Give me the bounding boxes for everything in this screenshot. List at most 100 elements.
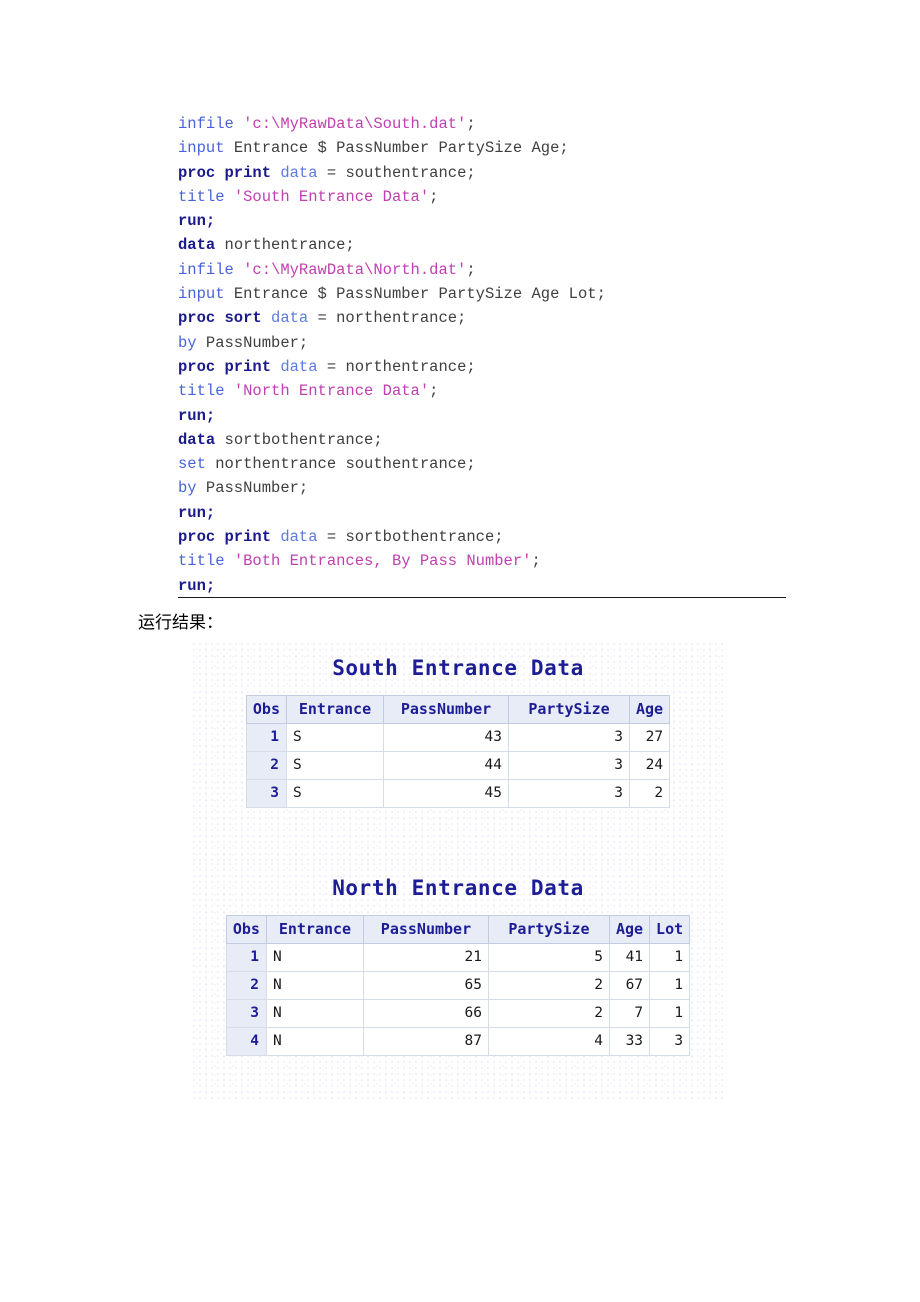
value-cell: 3 — [508, 779, 630, 808]
code-token: = southentrance; — [326, 163, 476, 182]
code-line: by PassNumber; — [178, 476, 708, 500]
code-token: PassNumber; — [205, 479, 309, 498]
code-token: run; — [178, 576, 216, 595]
results-caption: 运行结果： — [138, 613, 223, 633]
code-line: title 'Both Entrances, By Pass Number'; — [178, 549, 708, 573]
obs-cell: 2 — [225, 971, 267, 1000]
code-line: set northentrance southentrance; — [178, 452, 708, 476]
value-cell: 43 — [383, 723, 509, 752]
code-token: PassNumber; — [205, 333, 309, 352]
code-line: proc sort data = northentrance; — [178, 306, 708, 330]
code-line: proc print data = northentrance; — [178, 355, 708, 379]
obs-cell: 4 — [225, 1027, 267, 1056]
code-token: sortbothentrance; — [224, 430, 383, 449]
value-cell: 33 — [608, 1027, 651, 1056]
code-token: by — [178, 479, 206, 498]
obs-cell: 1 — [225, 943, 267, 972]
code-token: ; — [429, 187, 439, 206]
column-header-lot: Lot — [649, 915, 691, 944]
value-cell: 67 — [608, 971, 651, 1000]
value-cell: 7 — [608, 999, 651, 1028]
sas-code-block: infile 'c:\MyRawData\South.dat'; input En… — [178, 112, 708, 598]
value-cell: 5 — [487, 943, 610, 972]
table-row: 2 S 44 3 24 — [245, 751, 671, 780]
value-cell: 3 — [649, 1027, 691, 1056]
code-token: 'North Entrance Data' — [233, 382, 430, 401]
code-token: title — [178, 382, 234, 401]
sas-output-panel-north: North Entrance Data Obs Entrance PassNumbe… — [193, 863, 723, 1099]
code-line: by PassNumber; — [178, 331, 708, 355]
value-cell: 66 — [362, 999, 489, 1028]
horizontal-rule — [178, 597, 786, 598]
value-cell: 2 — [487, 971, 610, 1000]
code-token: ; — [466, 115, 476, 133]
code-line: input Entrance $ PassNumber PartySize Ag… — [178, 136, 708, 160]
code-token: run; — [178, 503, 216, 522]
code-token: run; — [178, 406, 216, 425]
code-line: run; — [178, 209, 708, 233]
value-cell: 41 — [608, 943, 651, 972]
table-container-south: Obs Entrance PassNumber PartySize Age 1 S 43 3 2… — [193, 695, 723, 808]
column-header-age: Age — [608, 915, 651, 944]
table-head: Obs Entrance PassNumber PartySize Age Lot — [225, 915, 691, 944]
sas-results-table-south: Obs Entrance PassNumber PartySize Age 1 S 43 3 2… — [245, 695, 671, 808]
obs-cell: 3 — [245, 779, 288, 808]
table-row: 4 N 87 4 33 3 — [225, 1027, 691, 1056]
code-line: infile 'c:\MyRawData\South.dat'; — [178, 112, 708, 136]
code-token: run; — [178, 212, 216, 231]
value-cell: 45 — [383, 779, 509, 808]
code-token: 'South Entrance Data' — [233, 187, 430, 206]
code-token: data — [280, 163, 327, 182]
table-row: 1 N 21 5 41 1 — [225, 943, 691, 972]
code-token: input — [178, 285, 234, 304]
code-line: input Entrance $ PassNumber PartySize Ag… — [178, 282, 708, 306]
code-token: infile — [178, 260, 244, 279]
column-header-obs: Obs — [225, 915, 267, 944]
code-token: proc print — [178, 357, 281, 376]
code-token: data — [178, 236, 225, 255]
column-header-entrance: Entrance — [286, 695, 384, 724]
sas-results-table-north: Obs Entrance PassNumber PartySize Age Lot 1N2… — [225, 915, 691, 1056]
column-header-age: Age — [628, 695, 671, 724]
value-cell: 44 — [383, 751, 509, 780]
table-head: Obs Entrance PassNumber PartySize Age — [245, 695, 671, 724]
code-line: data sortbothentrance; — [178, 428, 708, 452]
code-line: run; — [178, 404, 708, 428]
code-token: northentrance; — [224, 236, 355, 255]
value-cell: 24 — [628, 751, 671, 780]
column-header-partysize: PartySize — [508, 695, 630, 724]
code-token: set — [178, 455, 216, 474]
obs-cell: 1 — [245, 723, 288, 752]
table-header-row: Obs Entrance PassNumber PartySize Age — [245, 695, 671, 724]
output-title-south: South Entrance Data — [332, 656, 584, 680]
table-body: 1 S 43 3 27 2 S 44 3 24 3 S 45 3 2 — [245, 723, 671, 808]
value-cell: 1 — [649, 971, 691, 1000]
value-cell: 1 — [649, 943, 691, 972]
entrance-cell: S — [286, 779, 384, 808]
code-line: infile 'c:\MyRawData\North.dat'; — [178, 258, 708, 282]
code-token: proc sort — [178, 309, 272, 328]
value-cell: 65 — [362, 971, 489, 1000]
code-token: = sortbothentrance; — [326, 528, 504, 547]
code-token: northentrance southentrance; — [215, 455, 476, 474]
entrance-cell: N — [265, 943, 364, 972]
table-row: 3 N 66 2 7 1 — [225, 999, 691, 1028]
code-line: proc print data = sortbothentrance; — [178, 525, 708, 549]
code-line: data northentrance; — [178, 233, 708, 257]
column-header-passnumber: PassNumber — [383, 695, 509, 724]
code-line: run; — [178, 501, 708, 525]
value-cell: 2 — [628, 779, 671, 808]
code-token: = northentrance; — [317, 309, 467, 328]
column-header-passnumber: PassNumber — [362, 915, 489, 944]
table-row: 1 S 43 3 27 — [245, 723, 671, 752]
code-token: data — [271, 309, 318, 328]
code-token: data — [178, 430, 225, 449]
code-token: proc print — [178, 163, 281, 182]
code-token: infile — [178, 115, 244, 133]
code-line: title 'North Entrance Data'; — [178, 379, 708, 403]
value-cell: 3 — [508, 751, 630, 780]
column-header-entrance: Entrance — [265, 915, 364, 944]
code-line: title 'South Entrance Data'; — [178, 185, 708, 209]
value-cell: 27 — [628, 723, 671, 752]
table-body: 1 N 21 5 41 1 2 N 65 2 67 1 3 N 66 2 7 1 4 N 87 4 33 3 — [225, 943, 691, 1056]
